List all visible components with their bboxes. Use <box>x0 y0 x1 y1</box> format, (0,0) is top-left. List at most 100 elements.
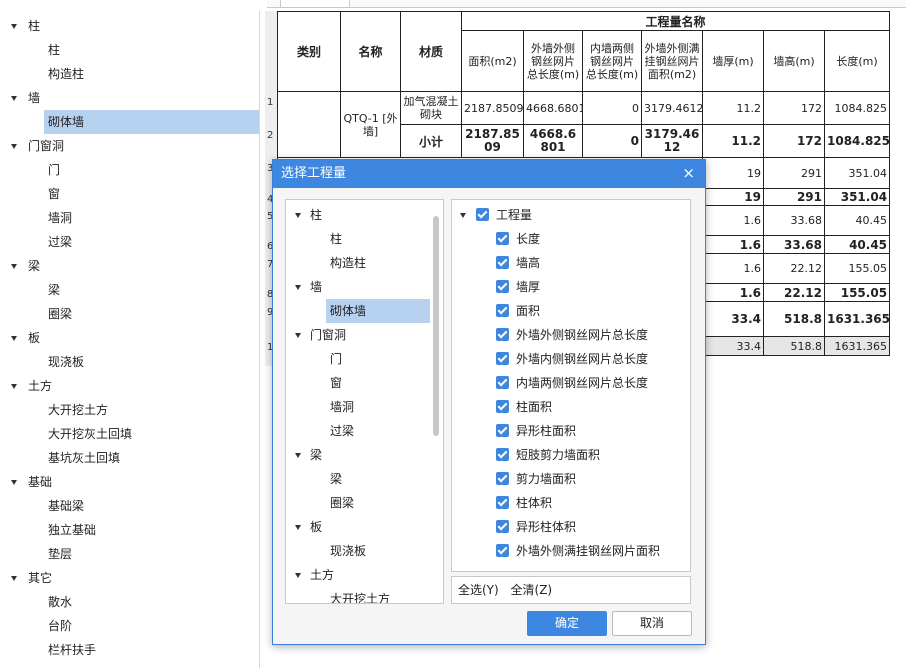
tree-group[interactable]: 梁 <box>286 443 443 467</box>
quantity-checkbox-row[interactable]: 外墙外侧钢丝网片总长度 <box>452 323 690 347</box>
checkbox-checked-icon[interactable] <box>496 520 509 533</box>
checkbox-checked-icon[interactable] <box>496 424 509 437</box>
checkbox-checked-icon[interactable] <box>496 352 509 365</box>
expand-arrow-icon[interactable] <box>295 525 301 530</box>
expand-arrow-icon[interactable] <box>11 384 17 389</box>
checkbox-checked-icon[interactable] <box>496 448 509 461</box>
cell-outer-len: 4668.6801 <box>523 124 583 158</box>
expand-arrow-icon[interactable] <box>295 285 301 290</box>
tree-item[interactable]: 过梁 <box>44 230 259 254</box>
tree-item[interactable]: 梁 <box>44 278 259 302</box>
expand-arrow-icon[interactable] <box>11 336 17 341</box>
tree-item[interactable]: 柱 <box>44 38 259 62</box>
tree-item[interactable]: 砌体墙 <box>326 299 430 323</box>
expand-arrow-icon[interactable] <box>295 213 301 218</box>
tree-group[interactable]: 板 <box>286 515 443 539</box>
tree-item[interactable]: 门 <box>44 158 259 182</box>
quantity-checkbox-row[interactable]: 剪力墙面积 <box>452 467 690 491</box>
tree-item[interactable]: 现浇板 <box>44 350 259 374</box>
checkbox-checked-icon[interactable] <box>496 400 509 413</box>
expand-arrow-icon[interactable] <box>11 144 17 149</box>
tree-group[interactable]: 柱 <box>286 203 443 227</box>
tree-group[interactable]: 墙 <box>286 275 443 299</box>
tree-item[interactable]: 大开挖土方 <box>326 587 430 603</box>
tree-item[interactable]: 门 <box>326 347 430 371</box>
checkbox-checked-icon[interactable] <box>496 280 509 293</box>
tree-item[interactable]: 圈梁 <box>326 491 430 515</box>
tree-item[interactable]: 大开挖灰土回填 <box>44 422 259 446</box>
quantity-checkbox-row[interactable]: 外墙内侧钢丝网片总长度 <box>452 347 690 371</box>
tree-item[interactable]: 圈梁 <box>44 302 259 326</box>
expand-arrow-icon[interactable] <box>11 480 17 485</box>
tree-group[interactable]: 门窗洞 <box>0 134 259 158</box>
component-tree[interactable]: 柱柱构造柱墙砌体墙 门窗洞门窗墙洞 过梁梁梁圈梁板现浇板 土方 大开挖土方 大开挖灰土回填… <box>0 11 260 668</box>
expand-arrow-icon[interactable] <box>295 573 301 578</box>
quantity-checkbox-row[interactable]: 面积 <box>452 299 690 323</box>
tree-item[interactable]: 栏杆扶手 <box>44 638 259 662</box>
checkbox-checked-icon[interactable] <box>496 544 509 557</box>
tree-item[interactable]: 构造柱 <box>326 251 430 275</box>
quantity-checkbox-row[interactable]: 长度 <box>452 227 690 251</box>
tree-item[interactable]: 窗 <box>326 371 430 395</box>
tree-item[interactable]: 大开挖土方 <box>44 398 259 422</box>
tree-item[interactable]: 基坑灰土回填 <box>44 446 259 470</box>
checkbox-checked-icon[interactable] <box>496 376 509 389</box>
quantity-checkbox-row[interactable]: 外墙外侧满挂钢丝网片面积 <box>452 539 690 563</box>
tree-group[interactable]: 板 <box>0 326 259 350</box>
tree-item[interactable]: 砌体墙 <box>44 110 259 134</box>
tree-group[interactable]: 其它 <box>0 566 259 590</box>
quantity-checkbox-row[interactable]: 短肢剪力墙面积 <box>452 443 690 467</box>
checkbox-checked-icon[interactable] <box>496 256 509 269</box>
expand-arrow-icon[interactable] <box>295 333 301 338</box>
tree-item[interactable]: 台阶 <box>44 614 259 638</box>
checkbox-checked-icon[interactable] <box>476 208 489 221</box>
tree-item[interactable]: 墙洞 <box>326 395 430 419</box>
tree-item[interactable]: 墙洞 <box>44 206 259 230</box>
cancel-button[interactable]: 取消 <box>612 611 692 636</box>
tree-group[interactable]: 土方 <box>286 563 443 587</box>
quantity-checkbox-row[interactable]: 柱面积 <box>452 395 690 419</box>
quantity-checkbox-row[interactable]: 工程量 <box>452 203 690 227</box>
tree-group[interactable]: 门窗洞 <box>286 323 443 347</box>
expand-arrow-icon[interactable] <box>11 24 17 29</box>
expand-arrow-icon[interactable] <box>11 264 17 269</box>
tree-item[interactable]: 梁 <box>326 467 430 491</box>
tree-group[interactable]: 基础 <box>0 470 259 494</box>
checkbox-checked-icon[interactable] <box>496 496 509 509</box>
tree-item[interactable]: 垫层 <box>44 542 259 566</box>
checkbox-checked-icon[interactable] <box>496 328 509 341</box>
expand-arrow-icon[interactable] <box>460 213 466 218</box>
tree-group[interactable]: 土方 <box>0 374 259 398</box>
checkbox-checked-icon[interactable] <box>496 304 509 317</box>
tree-item[interactable]: 基础梁 <box>44 494 259 518</box>
quantity-checkbox-row[interactable]: 异形柱面积 <box>452 419 690 443</box>
dialog-component-tree[interactable]: 柱柱构造柱墙砌体墙 门窗洞门窗墙洞 过梁梁梁圈梁板现浇板 土方 大开挖土方 <box>285 199 444 604</box>
tree-group[interactable]: 柱 <box>0 14 259 38</box>
tree-item[interactable]: 窗 <box>44 182 259 206</box>
tree-group[interactable]: 梁 <box>0 254 259 278</box>
tree-item[interactable]: 过梁 <box>326 419 430 443</box>
expand-arrow-icon[interactable] <box>11 576 17 581</box>
tree-scrollbar[interactable] <box>433 216 439 436</box>
quantity-checkbox-row[interactable]: 内墙两侧钢丝网片总长度 <box>452 371 690 395</box>
quantity-checkbox-row[interactable]: 柱体积 <box>452 491 690 515</box>
quantity-checklist[interactable]: 工程量 长度 墙高 墙厚 面积 外墙外侧钢丝网片总长度 外墙内侧钢丝网片总长度 内墙两侧钢丝网… <box>451 199 691 572</box>
checkbox-checked-icon[interactable] <box>496 472 509 485</box>
tree-item[interactable]: 独立基础 <box>44 518 259 542</box>
tree-item[interactable]: 构造柱 <box>44 62 259 86</box>
expand-arrow-icon[interactable] <box>295 453 301 458</box>
select-all-link[interactable]: 全选(Y) <box>458 583 499 597</box>
tree-item[interactable]: 现浇板 <box>326 539 430 563</box>
quantity-checkbox-row[interactable]: 墙厚 <box>452 275 690 299</box>
tree-item[interactable]: 散水 <box>44 590 259 614</box>
ok-button[interactable]: 确定 <box>527 611 607 636</box>
tab[interactable] <box>280 0 350 8</box>
quantity-checkbox-row[interactable]: 墙高 <box>452 251 690 275</box>
tree-group[interactable]: 墙 <box>0 86 259 110</box>
checkbox-checked-icon[interactable] <box>496 232 509 245</box>
quantity-checkbox-row[interactable]: 异形柱体积 <box>452 515 690 539</box>
close-icon[interactable]: × <box>682 160 695 188</box>
clear-all-link[interactable]: 全清(Z) <box>511 583 553 597</box>
tree-item[interactable]: 柱 <box>326 227 430 251</box>
expand-arrow-icon[interactable] <box>11 96 17 101</box>
